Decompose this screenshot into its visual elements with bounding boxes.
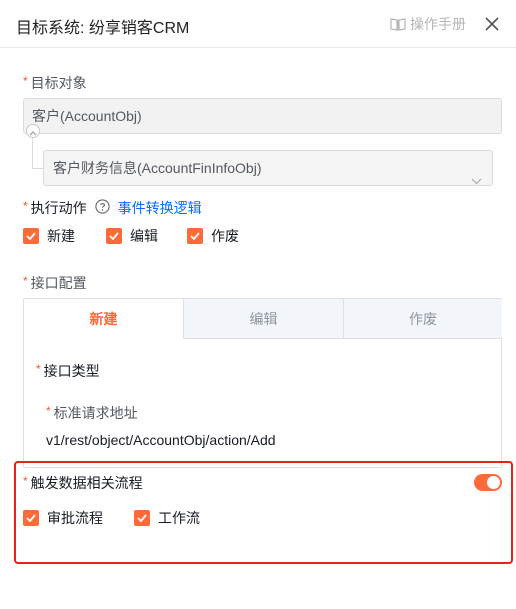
url-label-row: * 标准请求地址	[46, 403, 138, 423]
close-icon[interactable]	[483, 15, 501, 33]
trigger-toggle[interactable]	[474, 474, 502, 491]
trigger-label: 触发数据相关流程	[30, 475, 143, 491]
checkbox-checked-icon[interactable]	[134, 510, 150, 526]
action-checkbox-edit[interactable]: 编辑	[106, 226, 158, 246]
trigger-checkbox-workflow[interactable]: 工作流	[134, 508, 200, 528]
checkbox-label: 工作流	[158, 510, 200, 526]
tree-connector	[32, 138, 33, 169]
toggle-knob	[487, 476, 500, 489]
sub-object-value: 客户财务信息(AccountFinInfoObj)	[53, 160, 262, 176]
manual-label: 操作手册	[410, 16, 466, 32]
chevron-down-icon	[471, 163, 482, 197]
checkbox-label: 作废	[211, 228, 239, 244]
action-checkbox-create[interactable]: 新建	[23, 226, 75, 246]
interface-type-label: 接口类型	[43, 363, 100, 379]
dialog-header: 目标系统: 纷享销客CRM 操作手册	[0, 0, 516, 48]
actions-label: 执行动作	[30, 200, 87, 216]
chevron-up-icon	[29, 123, 37, 139]
checkbox-checked-icon[interactable]	[106, 228, 122, 244]
event-logic-link[interactable]: 事件转换逻辑	[118, 198, 202, 218]
required-marker: *	[23, 199, 28, 213]
trigger-label-row: * 触发数据相关流程	[23, 473, 143, 493]
checkbox-label: 审批流程	[47, 510, 103, 526]
sub-object-select[interactable]: 客户财务信息(AccountFinInfoObj)	[43, 150, 493, 186]
manual-button[interactable]: 操作手册	[390, 14, 466, 34]
dialog-title: 目标系统: 纷享销客CRM	[16, 20, 190, 37]
checkbox-label: 新建	[47, 228, 75, 244]
main-object-field: 客户(AccountObj)	[23, 98, 502, 134]
checkbox-checked-icon[interactable]	[23, 510, 39, 526]
required-marker: *	[36, 362, 41, 376]
collapse-toggle[interactable]	[26, 124, 40, 138]
tab-edit[interactable]: 编辑	[183, 299, 343, 339]
required-marker: *	[46, 404, 51, 418]
checkbox-checked-icon[interactable]	[187, 228, 203, 244]
required-marker: *	[23, 474, 28, 488]
required-marker: *	[23, 274, 28, 288]
interface-label-row: * 接口配置	[23, 273, 87, 293]
interface-type-label-row: * 接口类型	[36, 361, 100, 381]
help-icon[interactable]	[95, 199, 110, 217]
tab-void[interactable]: 作废	[343, 299, 502, 339]
checkbox-label: 编辑	[130, 228, 158, 244]
url-label: 标准请求地址	[53, 405, 138, 421]
action-checkbox-void[interactable]: 作废	[187, 226, 239, 246]
required-marker: *	[23, 74, 28, 88]
target-object-label: * 目标对象	[23, 74, 87, 91]
tab-create[interactable]: 新建	[24, 299, 183, 339]
tree-connector-branch	[32, 168, 43, 169]
book-icon	[390, 17, 406, 31]
url-value: v1/rest/object/AccountObj/action/Add	[46, 432, 276, 448]
actions-label-row: * 执行动作 事件转换逻辑	[23, 198, 202, 218]
interface-label: 接口配置	[30, 275, 87, 291]
checkbox-checked-icon[interactable]	[23, 228, 39, 244]
trigger-checkbox-approval[interactable]: 审批流程	[23, 508, 103, 528]
